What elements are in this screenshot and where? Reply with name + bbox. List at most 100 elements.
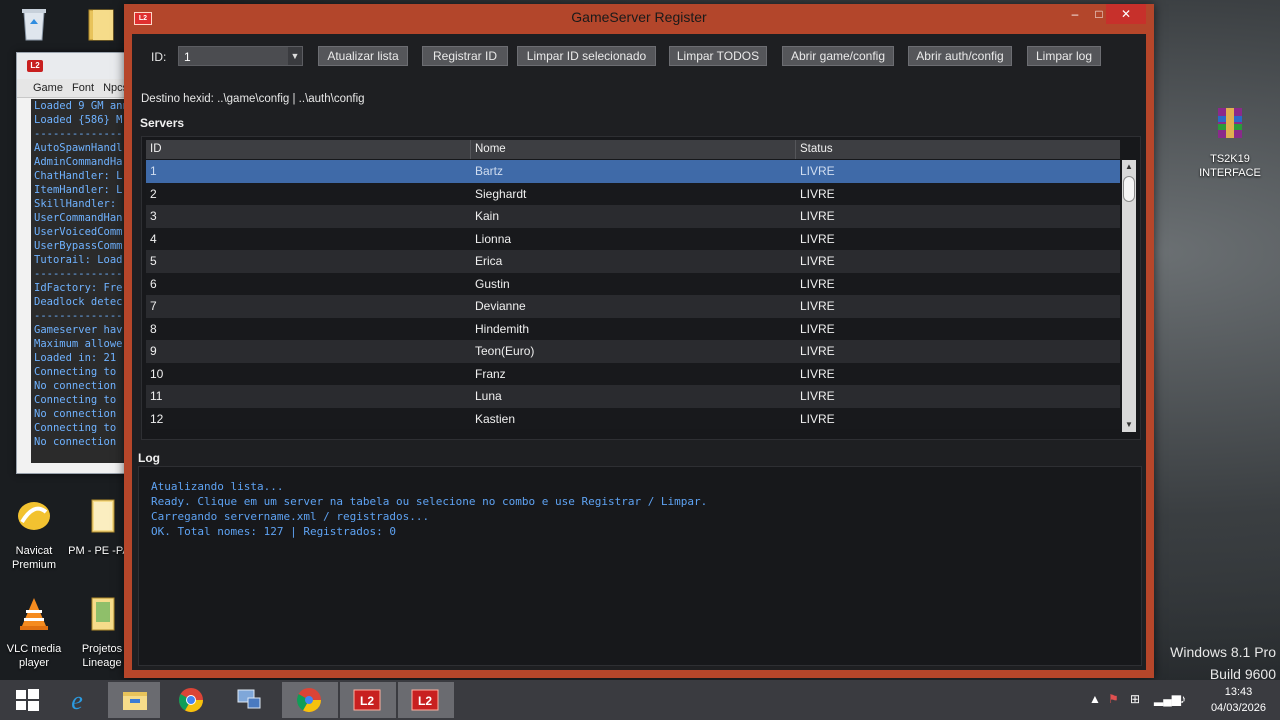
scroll-down-arrow-icon[interactable]: ▼ bbox=[1122, 418, 1136, 432]
cell-status: LIVRE bbox=[800, 321, 835, 336]
console-line: No connection bbox=[34, 436, 117, 448]
servers-table: ID Nome Status 1 Bartz LIVRE 2 Sieghardt LIVR… bbox=[141, 136, 1141, 440]
console-line: Connecting to bbox=[34, 366, 117, 378]
chevron-down-icon[interactable]: ▼ bbox=[288, 47, 302, 65]
clear-log-button[interactable]: Limpar log bbox=[1027, 46, 1101, 66]
open-auth-config-button[interactable]: Abrir auth/config bbox=[908, 46, 1012, 66]
taskbar-chrome[interactable] bbox=[164, 682, 220, 718]
cell-id: 12 bbox=[150, 411, 164, 426]
taskbar: e L2 L2 ▲ ⚑ ⊞ ▂▄▆ ♪ 13:43 04/03/2026 bbox=[0, 680, 1280, 720]
l2-app-icon: L2 bbox=[353, 689, 381, 711]
tray-network-icon[interactable]: ⊞ bbox=[1130, 692, 1140, 706]
console-titlebar[interactable]: L2 bbox=[17, 53, 137, 79]
clock-time: 13:43 bbox=[1224, 686, 1253, 698]
cell-id: 4 bbox=[150, 231, 157, 246]
console-line: -------------- bbox=[34, 128, 123, 140]
menu-game[interactable]: Game bbox=[33, 82, 63, 94]
scroll-up-arrow-icon[interactable]: ▲ bbox=[1122, 160, 1136, 174]
console-line: Tutorail: Load bbox=[34, 254, 123, 266]
log-line: Atualizando lista... bbox=[151, 480, 284, 493]
console-line: AutoSpawnHandl bbox=[34, 142, 123, 154]
clear-all-button[interactable]: Limpar TODOS bbox=[669, 46, 767, 66]
minimize-button[interactable]: – bbox=[1062, 4, 1088, 24]
table-row[interactable]: 1 Bartz LIVRE bbox=[146, 160, 1120, 183]
tray-expand-chevron-icon[interactable]: ▲ bbox=[1089, 692, 1101, 706]
table-row[interactable]: 8 Hindemith LIVRE bbox=[146, 317, 1120, 340]
console-window[interactable]: L2 Game Font Npcs Loaded 9 GM ann Loaded … bbox=[16, 52, 138, 474]
cell-nome: Bartz bbox=[475, 164, 504, 178]
window-titlebar[interactable]: L2 GameServer Register – □ ✕ bbox=[124, 4, 1154, 30]
open-game-config-button[interactable]: Abrir game/config bbox=[782, 46, 894, 66]
taskbar-chrome-profile[interactable] bbox=[282, 682, 338, 718]
taskbar-l2-register[interactable]: L2 bbox=[398, 682, 454, 718]
console-line: UserCommandHan bbox=[34, 212, 123, 224]
taskbar-internet-explorer[interactable]: e bbox=[50, 682, 106, 718]
table-row[interactable]: 5 Erica LIVRE bbox=[146, 250, 1120, 273]
table-row[interactable]: 2 Sieghardt LIVRE bbox=[146, 182, 1120, 205]
refresh-list-button[interactable]: Atualizar lista bbox=[318, 46, 408, 66]
svg-text:L2: L2 bbox=[418, 694, 432, 708]
table-scrollbar[interactable]: ▲ ▼ bbox=[1122, 160, 1136, 432]
table-row[interactable]: 6 Gustin LIVRE bbox=[146, 272, 1120, 295]
taskbar-network-tool[interactable] bbox=[222, 682, 278, 718]
table-row[interactable]: 9 Teon(Euro) LIVRE bbox=[146, 340, 1120, 363]
taskbar-l2-console[interactable]: L2 bbox=[340, 682, 396, 718]
cell-id: 11 bbox=[150, 389, 163, 403]
vlc-cone-icon bbox=[20, 598, 48, 630]
folder-icon bbox=[91, 499, 115, 533]
console-line: SkillHandler: bbox=[34, 198, 117, 210]
tray-signal-icon[interactable]: ▂▄▆ bbox=[1154, 692, 1181, 706]
id-select[interactable]: 1 ▼ bbox=[178, 46, 303, 66]
id-select-value: 1 bbox=[184, 50, 191, 64]
cell-status: LIVRE bbox=[800, 389, 835, 403]
scroll-thumb[interactable] bbox=[1123, 176, 1135, 202]
desktop-icon-ts2k19[interactable]: TS2K19 INTERFACE bbox=[1194, 104, 1266, 180]
desktop-icon-label: VLC media player bbox=[6, 643, 62, 669]
desktop-icon-label: TS2K19 INTERFACE bbox=[1199, 153, 1261, 179]
chrome-icon bbox=[178, 688, 203, 713]
cell-nome: Devianne bbox=[475, 299, 526, 313]
console-line: ItemHandler: L bbox=[34, 184, 123, 196]
menu-font[interactable]: Font bbox=[72, 82, 94, 94]
desktop-icon-vlc[interactable]: VLC media player bbox=[0, 594, 70, 670]
register-id-button[interactable]: Registrar ID bbox=[422, 46, 508, 66]
clear-selected-id-button[interactable]: Limpar ID selecionado bbox=[517, 46, 656, 66]
l2-app-icon: L2 bbox=[411, 689, 439, 711]
console-line: Maximum allowe bbox=[34, 338, 123, 350]
cell-nome: Gustin bbox=[475, 276, 510, 291]
cell-nome: Luna bbox=[475, 389, 502, 403]
column-header-id[interactable]: ID bbox=[146, 140, 471, 159]
console-line: No connection bbox=[34, 380, 117, 392]
console-line: UserBypassComm bbox=[34, 240, 123, 252]
column-header-status[interactable]: Status bbox=[796, 140, 1120, 159]
cell-id: 6 bbox=[150, 276, 157, 291]
cell-status: LIVRE bbox=[800, 411, 835, 426]
tray-volume-icon[interactable]: ♪ bbox=[1180, 692, 1186, 706]
start-button[interactable] bbox=[0, 682, 56, 718]
table-row[interactable]: 4 Lionna LIVRE bbox=[146, 227, 1120, 250]
recycle-bin-icon bbox=[22, 9, 46, 41]
close-button[interactable]: ✕ bbox=[1106, 4, 1146, 24]
column-header-nome[interactable]: Nome bbox=[471, 140, 796, 159]
log-line: OK. Total nomes: 127 | Registrados: 0 bbox=[151, 525, 397, 538]
table-row[interactable]: 10 Franz LIVRE bbox=[146, 362, 1120, 385]
table-row[interactable]: 3 Kain LIVRE bbox=[146, 205, 1120, 228]
table-row[interactable]: 7 Devianne LIVRE bbox=[146, 295, 1120, 318]
folder-icon bbox=[88, 9, 114, 41]
windows-watermark: Windows 8.1 Pro Build 9600 bbox=[1170, 641, 1276, 685]
network-computer-icon bbox=[237, 689, 261, 709]
console-line: Loaded 9 GM ann bbox=[34, 100, 129, 112]
taskbar-clock[interactable]: 13:43 04/03/2026 bbox=[1211, 684, 1266, 716]
desktop-icon-navicat[interactable]: Navicat Premium bbox=[0, 496, 70, 572]
desktop-icon-recycle-bin[interactable] bbox=[0, 4, 70, 52]
cell-id: 10 bbox=[150, 366, 164, 381]
console-line: -------------- bbox=[34, 268, 123, 280]
table-row[interactable]: 11 Luna LIVRE bbox=[146, 385, 1120, 408]
svg-text:L2: L2 bbox=[360, 694, 374, 708]
taskbar-file-explorer[interactable] bbox=[108, 682, 160, 718]
cell-status: LIVRE bbox=[800, 366, 835, 381]
log-output[interactable]: Atualizando lista... Ready. Clique em um … bbox=[138, 466, 1142, 666]
table-row[interactable]: 12 Kastien LIVRE bbox=[146, 407, 1120, 429]
tray-flag-icon[interactable]: ⚑ bbox=[1108, 692, 1119, 706]
cell-status: LIVRE bbox=[800, 186, 835, 201]
